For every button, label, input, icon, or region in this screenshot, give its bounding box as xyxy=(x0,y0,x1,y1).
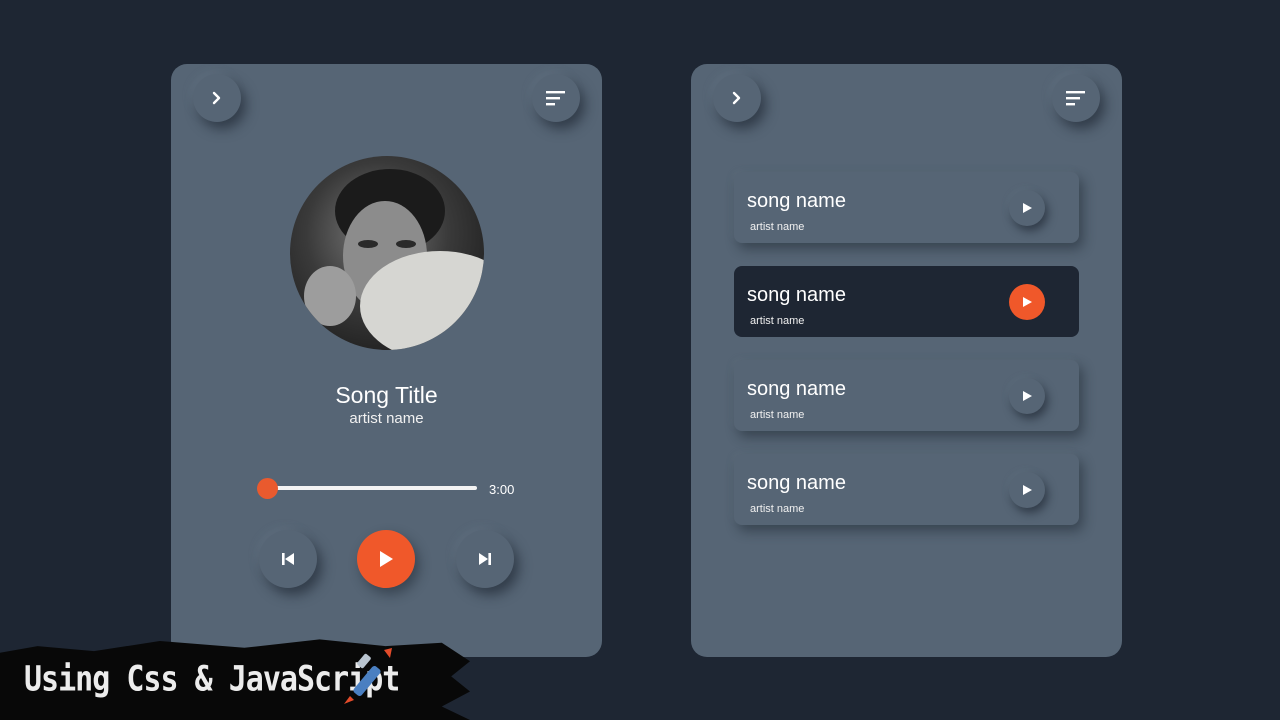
song-title: Song Title xyxy=(335,382,438,408)
play-icon xyxy=(1023,297,1032,307)
song-name: song name xyxy=(747,378,846,400)
artist-name: artist name xyxy=(750,221,805,233)
back-button[interactable] xyxy=(193,74,241,122)
playlist-card: song name artist name song name artist n… xyxy=(691,64,1122,657)
playlist-item-active[interactable]: song name artist name xyxy=(734,266,1079,337)
paintbrush-icon xyxy=(344,648,392,704)
song-name: song name xyxy=(747,284,846,306)
play-button[interactable] xyxy=(357,530,415,588)
item-play-button[interactable] xyxy=(1009,378,1045,414)
item-play-button[interactable] xyxy=(1009,190,1045,226)
album-cover xyxy=(290,156,484,350)
item-play-button[interactable] xyxy=(1009,472,1045,508)
progress-bar[interactable] xyxy=(267,486,477,490)
player-card: Song Title artist name 3:00 xyxy=(171,64,602,657)
back-button[interactable] xyxy=(713,74,761,122)
playlist-item[interactable]: song name artist name xyxy=(734,454,1079,525)
artist-name: artist name xyxy=(750,503,805,515)
playlist-item[interactable]: song name artist name xyxy=(734,172,1079,243)
menu-button[interactable] xyxy=(532,74,580,122)
play-icon xyxy=(1023,485,1032,495)
progress-knob[interactable] xyxy=(257,478,278,499)
artist-name: artist name xyxy=(750,315,805,327)
menu-icon xyxy=(1066,91,1085,106)
song-name: song name xyxy=(747,190,846,212)
playlist-item[interactable]: song name artist name xyxy=(734,360,1079,431)
duration-label: 3:00 xyxy=(489,482,515,497)
chevron-right-icon xyxy=(732,91,741,105)
play-icon xyxy=(380,551,393,567)
previous-icon xyxy=(282,553,294,565)
menu-button[interactable] xyxy=(1052,74,1100,122)
song-artist: artist name xyxy=(349,410,424,427)
chevron-right-icon xyxy=(212,91,221,105)
previous-button[interactable] xyxy=(259,530,317,588)
next-button[interactable] xyxy=(456,530,514,588)
item-play-button[interactable] xyxy=(1009,284,1045,320)
play-icon xyxy=(1023,203,1032,213)
menu-icon xyxy=(546,91,565,106)
play-icon xyxy=(1023,391,1032,401)
next-icon xyxy=(479,553,491,565)
artist-name: artist name xyxy=(750,409,805,421)
song-name: song name xyxy=(747,472,846,494)
